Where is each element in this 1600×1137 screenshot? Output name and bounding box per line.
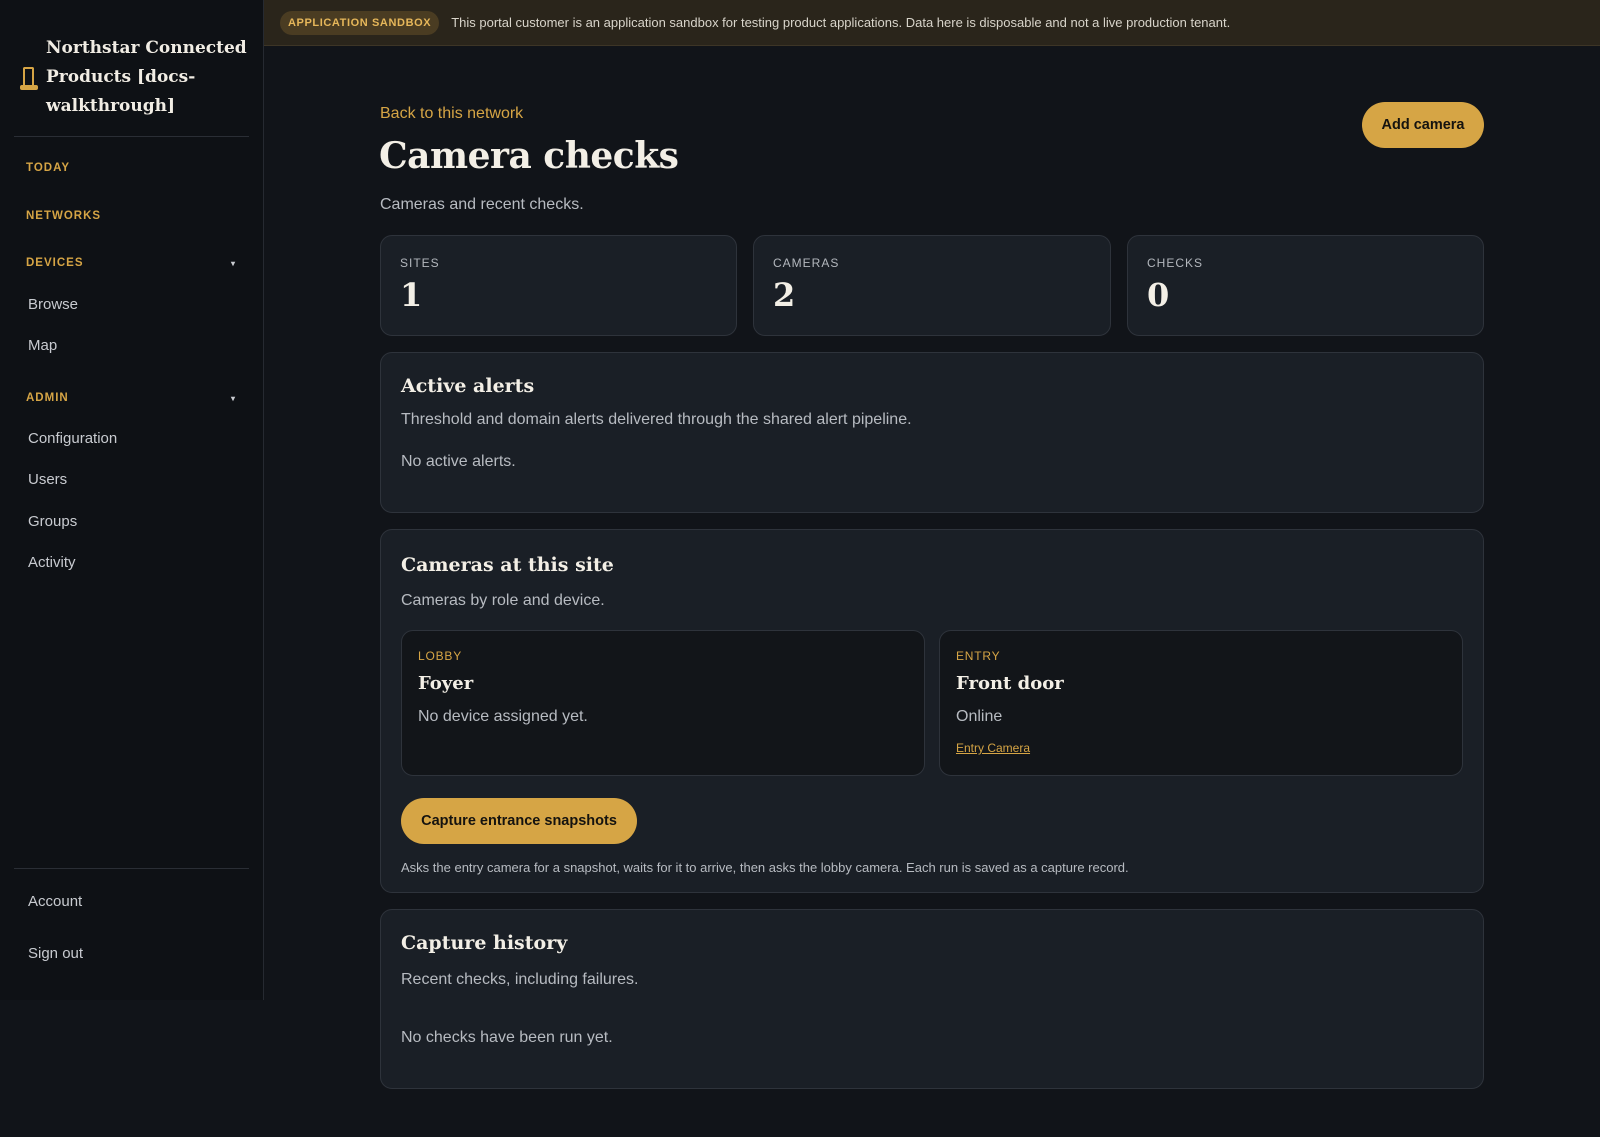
stat-card-checks: CHECKS 0 — [1127, 235, 1484, 336]
sidebar-item-networks[interactable]: NETWORKS — [26, 210, 240, 222]
capture-entrance-snapshots-button[interactable]: Capture entrance snapshots — [401, 798, 637, 844]
sidebar-section-label: ADMIN — [26, 392, 69, 404]
sidebar-item-browse[interactable]: Browse — [28, 296, 78, 313]
beacon-icon — [20, 64, 40, 92]
camera-status: No device assigned yet. — [418, 708, 588, 725]
page-subtitle: Cameras and recent checks. — [380, 196, 584, 213]
brand[interactable]: Northstar Connected Products [docs-walkt… — [20, 34, 250, 121]
empty-state: No checks have been run yet. — [401, 1029, 613, 1046]
capture-note: Asks the entry camera for a snapshot, wa… — [401, 860, 1129, 875]
stat-value: 1 — [400, 276, 423, 314]
camera-status: Online — [956, 708, 1003, 725]
sandbox-banner: APPLICATION SANDBOX This portal customer… — [264, 0, 1600, 46]
sidebar-section-label: DEVICES — [26, 257, 84, 269]
sidebar-item-groups[interactable]: Groups — [28, 513, 77, 530]
add-camera-button[interactable]: Add camera — [1362, 102, 1484, 148]
active-alerts-card: Active alerts Threshold and domain alert… — [380, 352, 1484, 513]
empty-state: No active alerts. — [401, 453, 516, 470]
sidebar-item-label: NETWORKS — [26, 210, 102, 222]
section-title: Capture history — [401, 932, 568, 954]
sidebar-item-account[interactable]: Account — [28, 893, 82, 910]
camera-role: ENTRY — [956, 649, 1001, 663]
stat-card-sites: SITES 1 — [380, 235, 737, 336]
sidebar-item-label: TODAY — [26, 162, 70, 174]
section-description: Recent checks, including failures. — [401, 971, 639, 988]
stat-value: 0 — [1147, 276, 1170, 314]
stat-label: CHECKS — [1147, 256, 1204, 270]
sidebar-item-map[interactable]: Map — [28, 337, 57, 354]
stat-card-cameras: CAMERAS 2 — [753, 235, 1111, 336]
chevron-down-icon: ▾ — [230, 393, 236, 403]
cameras-card: Cameras at this site Cameras by role and… — [380, 529, 1484, 893]
stat-label: CAMERAS — [773, 256, 840, 270]
sidebar-item-users[interactable]: Users — [28, 471, 67, 488]
camera-name: Front door — [956, 673, 1064, 694]
sidebar-item-sign-out[interactable]: Sign out — [28, 945, 83, 962]
sidebar-section-devices[interactable]: DEVICES ▾ — [26, 257, 240, 269]
sidebar-item-configuration[interactable]: Configuration — [28, 430, 117, 447]
sidebar-divider — [14, 868, 249, 869]
camera-role: LOBBY — [418, 649, 463, 663]
section-title: Cameras at this site — [401, 554, 614, 576]
sidebar-item-today[interactable]: TODAY — [26, 162, 240, 174]
sandbox-badge: APPLICATION SANDBOX — [280, 10, 440, 35]
section-description: Threshold and domain alerts delivered th… — [401, 411, 912, 428]
capture-history-card: Capture history Recent checks, including… — [380, 909, 1484, 1089]
sidebar-section-admin[interactable]: ADMIN ▾ — [26, 392, 240, 404]
back-link[interactable]: Back to this network — [380, 105, 523, 123]
section-description: Cameras by role and device. — [401, 592, 605, 609]
section-title: Active alerts — [401, 375, 535, 397]
camera-name: Foyer — [418, 673, 474, 694]
sidebar-divider — [14, 136, 249, 137]
device-link[interactable]: Entry Camera — [956, 741, 1030, 755]
chevron-down-icon: ▾ — [230, 258, 236, 268]
sidebar: Northstar Connected Products [docs-walkt… — [0, 0, 264, 1000]
camera-card-entry[interactable]: ENTRY Front door Online Entry Camera — [939, 630, 1463, 776]
stat-value: 2 — [773, 276, 796, 314]
banner-text: This portal customer is an application s… — [451, 15, 1231, 30]
camera-card-lobby[interactable]: LOBBY Foyer No device assigned yet. — [401, 630, 925, 776]
stat-label: SITES — [400, 256, 440, 270]
sidebar-item-activity[interactable]: Activity — [28, 554, 76, 571]
page-title: Camera checks — [379, 135, 679, 177]
brand-name: Northstar Connected Products [docs-walkt… — [46, 38, 247, 116]
